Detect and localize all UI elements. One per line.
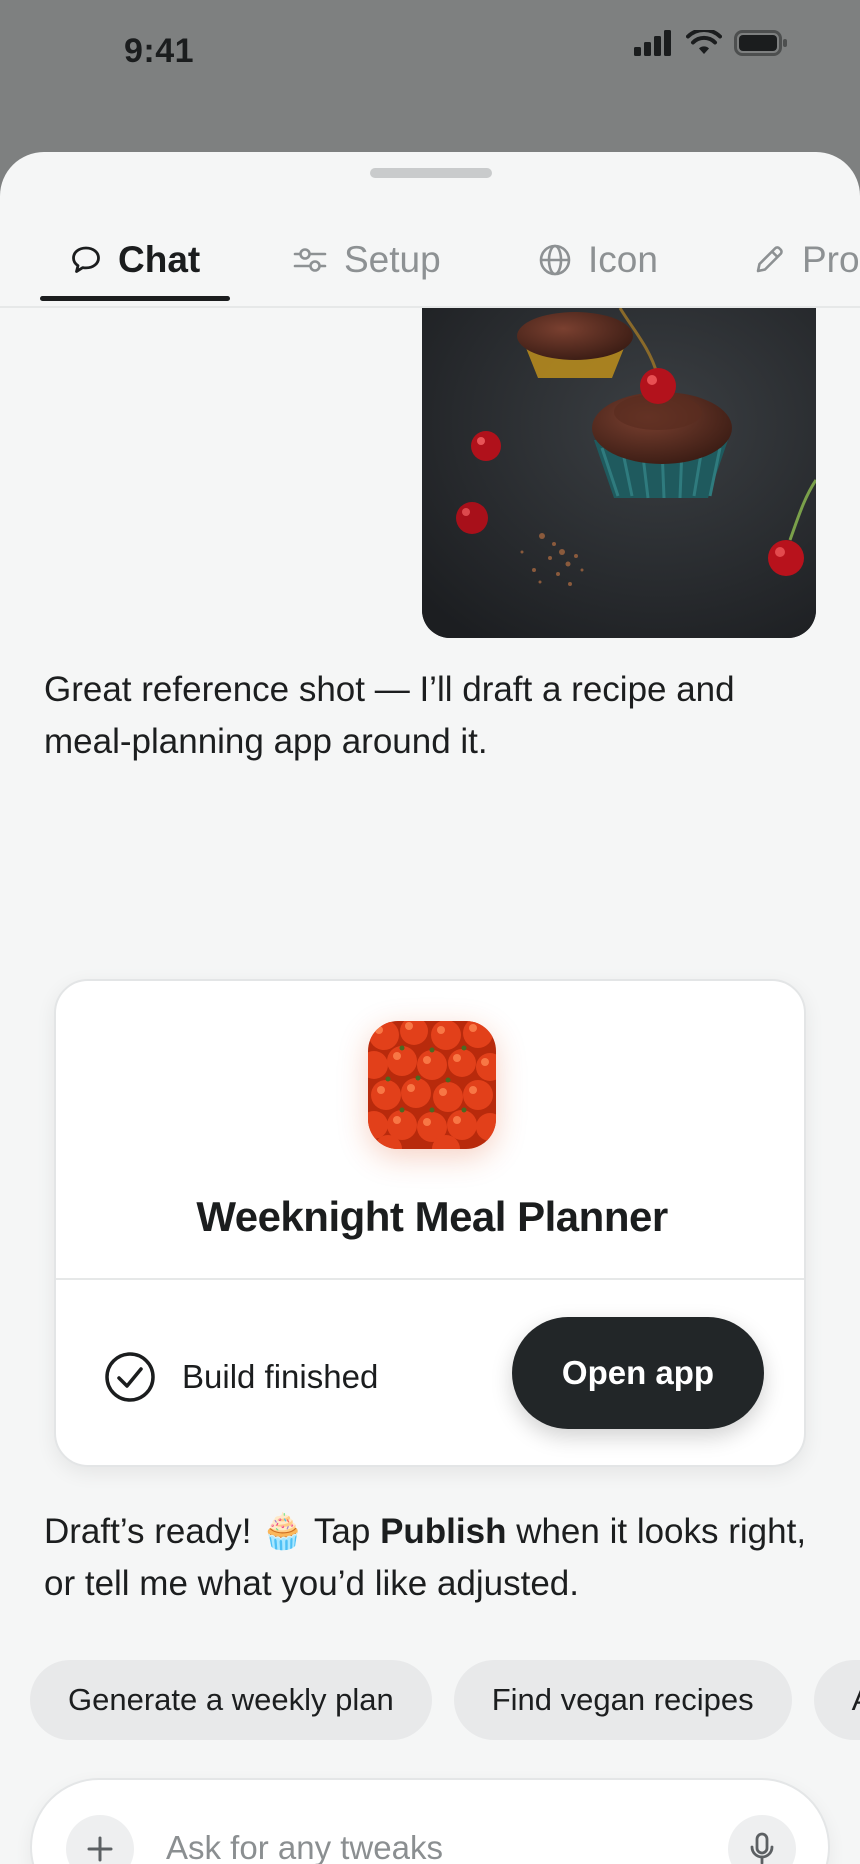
cellular-signal-icon [634, 30, 671, 56]
tab-setup-label: Setup [344, 239, 441, 280]
build-status: Build finished [104, 1351, 378, 1403]
wifi-icon [686, 30, 722, 54]
suggestion-chips: Generate a weekly plan Find vegan recipe… [30, 1660, 860, 1740]
tab-chat[interactable]: Chat [70, 212, 200, 308]
plus-icon [87, 1836, 113, 1862]
microphone-icon [750, 1832, 774, 1864]
screen: 9:41 Chat Setup Icon Pro Great reference… [0, 0, 860, 1864]
cupcakes-photo [422, 308, 816, 638]
tab-setup[interactable]: Setup [292, 212, 441, 308]
message-text-start: Draft’s ready! [44, 1512, 262, 1551]
assistant-message-ready: Draft’s ready! 🧁 Tap Publish when it loo… [44, 1506, 824, 1610]
sliders-icon [293, 248, 327, 272]
suggestion-chip-weekly-plan[interactable]: Generate a weekly plan [30, 1660, 432, 1740]
tab-pro[interactable]: Pro [752, 212, 860, 308]
cupcake-emoji: 🧁 [261, 1512, 305, 1551]
tab-icon[interactable]: Icon [538, 212, 658, 308]
status-time: 9:41 [124, 32, 195, 70]
status-bar: 9:41 [0, 0, 860, 110]
assistant-message: Great reference shot — I’ll draft a reci… [44, 670, 735, 761]
bottom-sheet: Chat Setup Icon Pro Great reference shot… [0, 152, 860, 1864]
globe-icon [539, 244, 571, 276]
open-app-button[interactable]: Open app [512, 1317, 764, 1429]
build-status-label: Build finished [182, 1358, 379, 1395]
status-icons [634, 30, 788, 56]
publish-keyword: Publish [380, 1512, 507, 1551]
tab-icon-label: Icon [588, 239, 658, 280]
suggestion-chip-partial[interactable]: A [813, 1660, 860, 1740]
chat-bubble-icon [72, 246, 100, 273]
battery-icon [734, 30, 787, 56]
message-input[interactable] [166, 1820, 686, 1864]
card-divider [56, 1278, 804, 1280]
message-text-tap: Tap [304, 1512, 381, 1551]
tab-pro-label: Pro [802, 239, 860, 280]
tab-chat-label: Chat [118, 239, 201, 280]
suggestion-chip-vegan-recipes[interactable]: Find vegan recipes [453, 1660, 792, 1740]
pencil-icon [756, 246, 783, 273]
app-name: Weeknight Meal Planner [196, 1193, 668, 1240]
sheet-grabber[interactable] [370, 168, 492, 178]
active-tab-indicator [40, 296, 230, 301]
voice-input-button[interactable] [728, 1815, 796, 1864]
app-build-card: Weeknight Meal Planner Build finished Op… [54, 979, 806, 1467]
tab-bar: Chat Setup Icon Pro [0, 212, 860, 308]
cherry-tomatoes-app-icon [368, 1021, 496, 1149]
message-composer [30, 1778, 830, 1864]
reference-image[interactable] [422, 308, 816, 638]
add-attachment-button[interactable] [66, 1815, 134, 1864]
checkmark-circle-icon [105, 1352, 155, 1402]
